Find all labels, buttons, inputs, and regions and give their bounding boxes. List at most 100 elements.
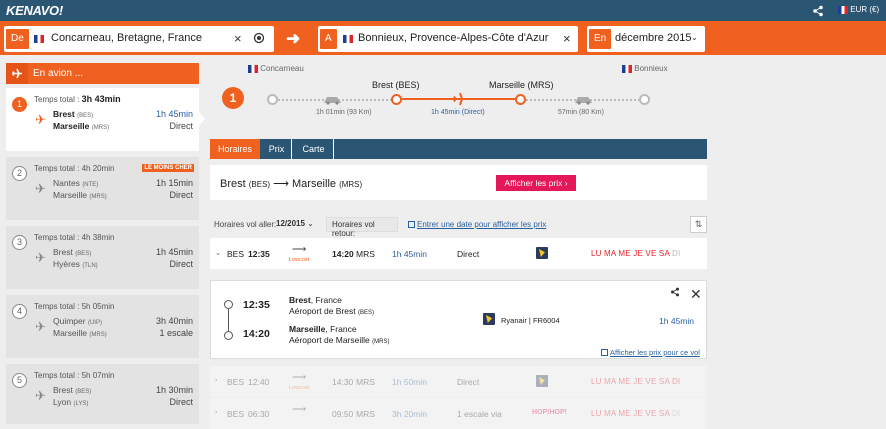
date-select[interactable]: décembre 2015 [615,32,691,44]
route-option-card[interactable]: 5 Temps total : 5h 07min ✈ Brest (BES) Lyon… [6,364,199,424]
route-node-dest [639,94,650,105]
flight-arr-code: MRS [356,377,375,387]
flight-dep-time: 06:30 [248,409,270,419]
filter-return-label: Horaires vol retour: [326,217,398,238]
mode-header[interactable]: En avion ... [6,63,199,84]
flight-dep-time: 12:40 [248,377,270,387]
flight-dep-code: BES [227,249,245,259]
option-total-time: Temps total : 5h 05min [34,302,115,311]
arrow-right-icon: ⟶ [292,372,307,383]
option-duration: 3h 40min [155,316,193,326]
route-seg3-info: 57min (80 Km) [558,109,604,116]
flight-row[interactable]: ⌄ BES 12:35 ⟶ Lowcost 14:20 MRS 1h 45min… [210,238,707,269]
detail-duration: 1h 45min [659,316,694,326]
from-tag: De [6,29,29,49]
top-bar: KENAVO! EUR (€) [0,0,886,21]
to-input[interactable]: Bonnieux, Provence-Alpes-Côte d'Azur [358,32,548,44]
arrow-right-icon: ⟶ [292,404,307,415]
chevron-right-icon[interactable]: › [215,409,217,416]
sort-icon[interactable]: ⇅ [690,216,707,233]
chevron-down-icon[interactable]: ⌄ [691,33,698,42]
target-icon[interactable] [253,32,265,44]
currency-label: EUR (€) [850,5,880,14]
option-total-time: Temps total : 4h 20min [34,164,115,173]
to-tag: A [320,29,337,49]
flight-days: LU MA ME JE VE SA DI [591,249,681,258]
to-field[interactable]: A Bonnieux, Provence-Alpes-Côte d'Azur × [318,26,578,52]
option-duration: 1h 30min [155,385,193,395]
cheapest-badge: LE MOINS CHER [142,164,194,172]
route-node-hub1 [391,94,402,105]
logo[interactable]: KENAVO! [6,3,63,18]
chevron-down-icon[interactable]: ⌄ [215,249,221,257]
option-duration: 1h 15min [155,178,193,188]
route-option-card[interactable]: 3 Temps total : 4h 38min ✈ Brest (BES) Hyèr… [6,226,199,289]
calendar-icon [601,349,608,356]
flight-dep-code: BES [227,409,245,419]
flight-arr-code: MRS [356,249,375,259]
outbound-month-select[interactable]: 12/2015 ⌄ [271,217,321,232]
currency-selector[interactable]: EUR (€) [838,5,879,14]
plane-icon [452,92,468,106]
route-summary-text: Brest (BES) ⟶ Marseille (MRS) [220,178,363,190]
chevron-right-icon[interactable]: › [215,377,217,384]
ryanair-logo-icon [536,247,548,259]
option-from: Brest (BES) [53,385,92,395]
option-type: Direct [169,397,193,407]
flag-fr-icon [34,35,44,43]
route-summary: Brest (BES) ⟶ Marseille (MRS) Afficher l… [210,165,707,200]
tabs-bar: Horaires Prix Carte [210,139,707,159]
from-field[interactable]: De Concarneau, Bretagne, France × [4,26,274,52]
flight-duration: 1h 50min [392,377,427,387]
flight-arr-time: 14:20 [332,249,354,259]
timeline-line [228,309,229,333]
share-icon[interactable] [670,287,680,297]
route-number: 1 [222,87,244,109]
plane-icon [6,63,28,84]
ryanair-logo-icon [536,375,548,387]
lowcost-label: Lowcost [289,385,310,391]
flight-type: Direct [457,249,480,259]
option-type: 1 escale [159,328,193,338]
option-total-time: Temps total : 4h 38min [34,233,115,242]
detail-airline: Ryanair | FR6004 [501,316,560,325]
flight-row[interactable]: › BES 12:40 ⟶ Lowcost 14:30 MRS 1h 50min… [210,366,707,397]
route-option-card[interactable]: 2 Temps total : 4h 20min LE MOINS CHER ✈ Na… [6,157,199,220]
tab-horaires[interactable]: Horaires [210,139,260,159]
arrow-right-icon[interactable]: ➜ [286,29,300,49]
close-icon[interactable]: × [563,31,571,46]
show-prices-button[interactable]: Afficher les prix › [496,175,576,191]
route-option-card[interactable]: 1 Temps total : 3h 43min ✈ Brest (BES) Marse… [6,88,205,151]
close-icon[interactable]: ✕ [690,286,702,303]
route-origin-label: Concarneau [248,64,304,73]
option-to: Hyères (TLN) [53,259,98,269]
option-to: Lyon (LYS) [53,397,89,407]
route-dest-label: Bonnieux [622,64,668,73]
plane-icon: ✈ [35,250,46,265]
route-option-card[interactable]: 4 Temps total : 5h 05min ✈ Quimper (UIP) Ma… [6,295,199,358]
plane-icon: ✈ [35,181,46,196]
plane-icon: ✈ [35,388,46,403]
search-bar: De Concarneau, Bretagne, France × ➜ A Bo… [0,21,886,55]
hop-logo: HOP!HOP! [532,409,567,416]
route-seg2-info: 1h 45min (Direct) [431,109,485,116]
active-pointer [199,112,205,126]
from-input[interactable]: Concarneau, Bretagne, France [51,32,202,44]
enter-date-link[interactable]: Entrer une date pour afficher les prix [408,220,546,229]
show-flight-prices-link[interactable]: Afficher les prix pour ce vol [601,348,700,357]
route-seg1-info: 1h 01min (93 Km) [316,109,372,116]
close-icon[interactable]: × [234,31,242,46]
car-icon [575,97,592,105]
calendar-icon [408,221,415,228]
tab-prix[interactable]: Prix [262,139,292,159]
date-field[interactable]: En décembre 2015 ⌄ [587,26,705,52]
share-icon[interactable] [812,5,824,17]
flight-dep-code: BES [227,377,245,387]
option-number: 3 [12,235,27,250]
tab-carte[interactable]: Carte [294,139,334,159]
flight-row[interactable]: › BES 06:30 ⟶ 09:50 MRS 3h 20min 1 escal… [210,398,707,429]
route-node-hub2 [515,94,526,105]
flight-days: LU MA ME JE VE SA DI [591,377,681,386]
route-node-origin [267,94,278,105]
date-tag: En [589,29,612,49]
